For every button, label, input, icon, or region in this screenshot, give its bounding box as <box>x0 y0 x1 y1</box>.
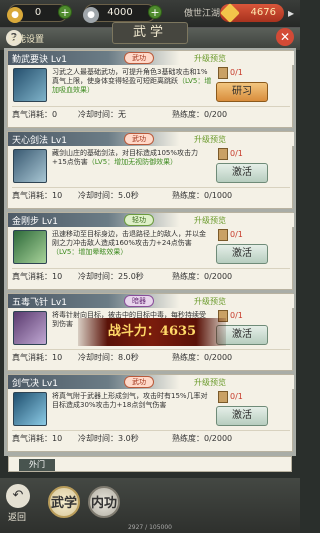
mp-cost: 真气消耗：10 <box>12 272 63 281</box>
tab-bar: 外门 <box>8 456 292 472</box>
back-button-label[interactable]: 返回 <box>8 510 26 523</box>
cooldown: 冷却时间：5.0秒 <box>78 191 139 200</box>
nav-neigong-button[interactable]: 内功 <box>88 486 120 518</box>
power-badge: 4676 <box>220 3 284 23</box>
silver-value: 4000 <box>107 7 133 18</box>
cooldown: 冷却时间：25.0秒 <box>78 272 144 281</box>
skill-card: 天心剑法 Lv1 武功 升级预览 藏剑山庄的基础剑法，对目标造成105%攻击力+… <box>7 131 294 209</box>
skill-description: 习武之人最基础武功，可提升角色3基础攻击和1%真气上限，使身体变得轻盈可短距离跳… <box>52 68 212 104</box>
mp-cost: 真气消耗：10 <box>12 353 63 362</box>
book-count: 0/1 <box>230 311 243 320</box>
skill-icon <box>13 311 47 345</box>
activate-button[interactable]: 激活 <box>216 406 268 426</box>
cooldown: 冷却时间：3.0秒 <box>78 434 139 443</box>
book-count: 0/1 <box>230 68 243 77</box>
skill-stats: 真气消耗：0 冷却时间：无 熟练度：0/200 <box>12 109 290 123</box>
battle-power-popup: 战斗力：4635 <box>78 318 226 346</box>
school-tag: 暗器 <box>124 295 154 307</box>
proficiency: 熟练度：0/2000 <box>172 353 233 362</box>
add-gold-button[interactable]: + <box>58 5 72 19</box>
book-icon <box>218 148 228 160</box>
proficiency: 熟练度：0/200 <box>172 110 228 119</box>
proficiency: 熟练度：0/2000 <box>172 434 233 443</box>
nav-wuxue-button[interactable]: 武学 <box>48 486 80 518</box>
skill-description: 迅速移动至目标身边，击退路径上的敌人，并以金刚之力冲击敌人造成160%攻击力+2… <box>52 230 212 266</box>
activate-button[interactable]: 激活 <box>216 244 268 264</box>
skill-settings-link[interactable]: 技能设置 <box>8 32 44 45</box>
skill-icon <box>13 68 47 102</box>
skill-stats: 真气消耗：10 冷却时间：25.0秒 熟练度：0/2000 <box>12 271 290 285</box>
upgrade-preview-link[interactable]: 升级预览 <box>194 215 226 226</box>
lv5-effect-text: （LV5：增加无视防御效果） <box>87 158 178 166</box>
skill-description: 藏剑山庄的基础剑法，对目标造成105%攻击力+15点伤害（LV5：增加无视防御效… <box>52 149 212 185</box>
school-tag: 武功 <box>124 376 154 388</box>
skill-name: 剑气决 Lv1 <box>12 379 58 389</box>
school-tag: 轻功 <box>124 214 154 226</box>
skill-stats: 真气消耗：10 冷却时间：3.0秒 熟练度：0/2000 <box>12 433 290 447</box>
cooldown: 冷却时间：无 <box>78 110 126 119</box>
proficiency: 熟练度：0/1000 <box>172 191 233 200</box>
description-text: 将真气附于武器上形成剑气，攻击时有15%几率对目标造成30%攻击力+18点剑气伤… <box>52 392 208 409</box>
book-icon <box>218 67 228 79</box>
gem-icon <box>220 3 240 23</box>
lv5-effect-text: （LV5：增加晕眩效果） <box>52 248 128 256</box>
close-icon[interactable]: ✕ <box>276 28 294 46</box>
skill-name: 勤武要诀 Lv1 <box>12 55 67 65</box>
school-tag: 武功 <box>124 133 154 145</box>
server-name: 傲世江湖 <box>184 9 221 19</box>
divider <box>12 106 290 107</box>
tab-outer[interactable]: 外门 <box>19 459 55 471</box>
add-silver-button[interactable]: + <box>148 5 162 19</box>
upgrade-preview-link[interactable]: 升级预览 <box>194 296 226 307</box>
skill-stats: 真气消耗：10 冷却时间：8.0秒 熟练度：0/2000 <box>12 352 290 366</box>
upgrade-preview-link[interactable]: 升级预览 <box>194 53 226 64</box>
silver-coin-icon: ● <box>83 7 99 23</box>
skill-card: 金刚步 Lv1 轻功 升级预览 迅速移动至目标身边，击退路径上的敌人，并以金刚之… <box>7 212 294 290</box>
school-tag: 武功 <box>124 52 154 64</box>
description-text: 迅速移动至目标身边，击退路径上的敌人，并以金刚之力冲击敌人造成160%攻击力+2… <box>52 230 206 247</box>
skill-card: 剑气决 Lv1 武功 升级预览 将真气附于武器上形成剑气，攻击时有15%几率对目… <box>7 374 294 452</box>
skill-list[interactable]: 勤武要诀 Lv1 武功 升级预览 习武之人最基础武功，可提升角色3基础攻击和1%… <box>4 48 296 456</box>
divider <box>12 187 290 188</box>
study-button[interactable]: 研习 <box>216 82 268 102</box>
skill-description: 将真气附于武器上形成剑气，攻击时有15%几率对目标造成30%攻击力+18点剑气伤… <box>52 392 212 428</box>
silver-resource: ● 4000 <box>83 4 156 23</box>
mp-cost: 真气消耗：10 <box>12 191 63 200</box>
skill-icon <box>13 392 47 426</box>
activate-button[interactable]: 激活 <box>216 163 268 183</box>
cooldown: 冷却时间：8.0秒 <box>78 353 139 362</box>
upgrade-preview-link[interactable]: 升级预览 <box>194 377 226 388</box>
divider <box>12 430 290 431</box>
book-icon <box>218 391 228 403</box>
mp-cost: 真气消耗：10 <box>12 434 63 443</box>
panel-title: 武学 <box>112 22 188 44</box>
skill-name: 金刚步 Lv1 <box>12 217 58 227</box>
gold-value: 0 <box>34 7 42 18</box>
upgrade-preview-link[interactable]: 升级预览 <box>194 134 226 145</box>
book-icon <box>218 229 228 241</box>
proficiency: 熟练度：0/2000 <box>172 272 233 281</box>
back-icon[interactable]: ↶ <box>6 484 30 508</box>
skill-icon <box>13 230 47 264</box>
menu-icon[interactable]: ▸ <box>288 4 300 22</box>
divider <box>12 349 290 350</box>
exp-progress-text: 2927 / 105000 <box>127 524 172 531</box>
gold-coin-icon: ● <box>7 7 23 23</box>
mp-cost: 真气消耗：0 <box>12 110 58 119</box>
skill-stats: 真气消耗：10 冷却时间：5.0秒 熟练度：0/1000 <box>12 190 290 204</box>
skill-icon <box>13 149 47 183</box>
power-badge-value: 4676 <box>250 7 276 18</box>
skill-card: 勤武要诀 Lv1 武功 升级预览 习武之人最基础武功，可提升角色3基础攻击和1%… <box>7 50 294 128</box>
book-count: 0/1 <box>230 149 243 158</box>
book-count: 0/1 <box>230 392 243 401</box>
skill-name: 天心剑法 Lv1 <box>12 136 67 146</box>
skill-name: 五毒飞针 Lv1 <box>12 298 67 308</box>
divider <box>12 268 290 269</box>
book-count: 0/1 <box>230 230 243 239</box>
